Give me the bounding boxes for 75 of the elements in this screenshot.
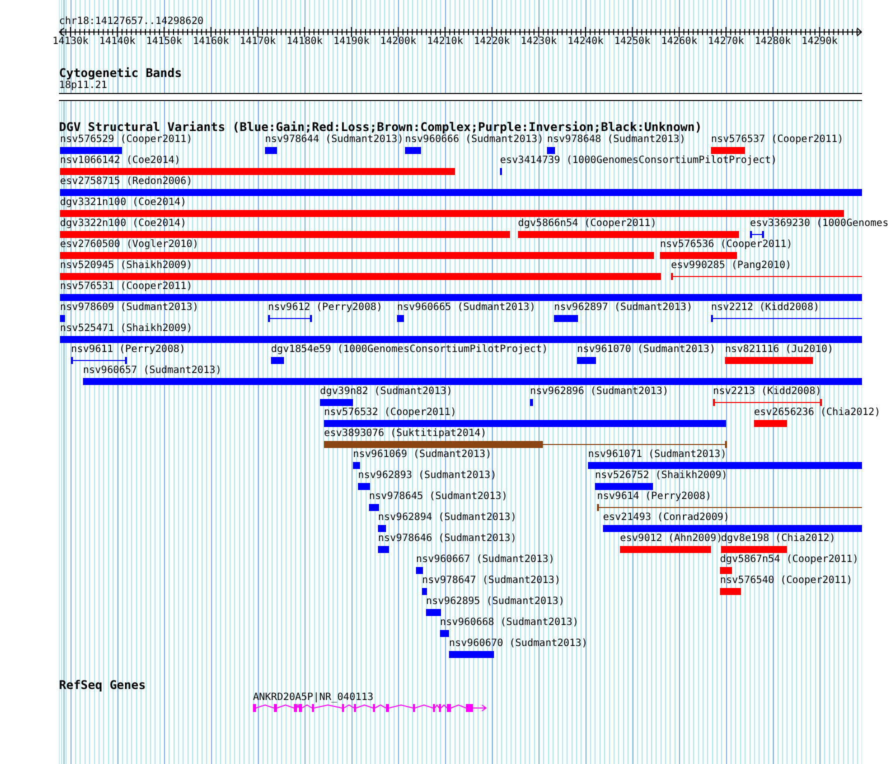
- variant-label: nsv2212 (Kidd2008): [711, 302, 820, 313]
- variant-label: nsv978609 (Sudmant2013): [60, 302, 198, 313]
- ruler-tick-label: 14230k: [520, 36, 557, 47]
- ruler-tick-label: 14280k: [754, 36, 791, 47]
- ruler-tick-label: 14270k: [708, 36, 744, 47]
- variant-label: esv9012 (Ahn2009): [620, 533, 722, 544]
- variant-label: nsv2213 (Kidd2008): [713, 386, 822, 397]
- variant-label: nsv520945 (Shaikh2009): [60, 260, 192, 271]
- variant-label: dgv5866n54 (Cooper2011): [518, 218, 656, 229]
- variant-label: esv2760500 (Vogler2010): [60, 239, 198, 250]
- variant-label: nsv576532 (Cooper2011): [324, 407, 456, 418]
- variant-label: dgv1854e59 (1000GenomesConsortiumPilotProject): [271, 344, 548, 355]
- variant-label: nsv962897 (Sudmant2013): [554, 302, 692, 313]
- variant-label: nsv962893 (Sudmant2013): [358, 470, 496, 481]
- ruler-tick-label: 14170k: [240, 36, 276, 47]
- variant-label: nsv525471 (Shaikh2009): [60, 323, 192, 334]
- variant-label: esv3893076 (Suktitipat2014): [324, 428, 487, 439]
- variant-label: nsv978646 (Sudmant2013): [378, 533, 516, 544]
- variant-label: dgv3321n100 (Coe2014): [60, 197, 186, 208]
- variant-label: nsv9611 (Perry2008): [71, 344, 186, 355]
- variant-label: nsv1066142 (Coe2014): [60, 155, 180, 166]
- variant-label: nsv962896 (Sudmant2013): [530, 386, 668, 397]
- ruler-tick-label: 14250k: [614, 36, 650, 47]
- variant-label: esv990285 (Pang2010): [671, 260, 792, 271]
- variant-label: nsv960657 (Sudmant2013): [83, 365, 222, 376]
- variant-label: esv3414739 (1000GenomesConsortiumPilotProject): [500, 155, 777, 166]
- variant-label: nsv960667 (Sudmant2013): [416, 554, 554, 565]
- variant-label: nsv526752 (Shaikh2009): [595, 470, 728, 481]
- ruler-tick-label: 14220k: [474, 36, 510, 47]
- variant-label: nsv978647 (Sudmant2013): [422, 575, 560, 586]
- variant-label: nsv9614 (Perry2008): [597, 491, 712, 502]
- variant-label: esv21493 (Conrad2009): [603, 512, 730, 523]
- variant-label: nsv978645 (Sudmant2013): [369, 491, 508, 502]
- variant-label: esv3369230 (1000Genomes: [750, 218, 888, 229]
- variant-label: nsv978648 (Sudmant2013): [547, 134, 686, 145]
- variant-label: dgv39n82 (Sudmant2013): [320, 386, 452, 397]
- variant-label: nsv960668 (Sudmant2013): [440, 617, 578, 628]
- variant-label: nsv960666 (Sudmant2013): [405, 134, 544, 145]
- ruler-tick-label: 14190k: [333, 36, 370, 47]
- variant-label: nsv576529 (Cooper2011): [60, 134, 192, 145]
- ruler-tick-label: 14140k: [99, 36, 136, 47]
- ruler-tick-label: 14180k: [286, 36, 323, 47]
- variant-label: nsv576531 (Cooper2011): [60, 281, 192, 292]
- variant-label: esv2656236 (Chia2012): [754, 407, 880, 418]
- ruler-tick-label: 14130k: [52, 36, 89, 47]
- variant-label: nsv576537 (Cooper2011): [711, 134, 844, 145]
- gene-label: ANKRD20A5P|NR_040113: [253, 692, 374, 703]
- variant-label: nsv961069 (Sudmant2013): [353, 449, 492, 460]
- variant-label: dgv5867n54 (Cooper2011): [720, 554, 858, 565]
- ruler-tick-label: 14200k: [380, 36, 416, 47]
- ruler-tick-label: 14150k: [146, 36, 182, 47]
- track-title: RefSeq Genes: [59, 679, 146, 692]
- variant-label: nsv576536 (Cooper2011): [660, 239, 792, 250]
- variant-label: nsv962895 (Sudmant2013): [426, 596, 564, 607]
- variant-label: nsv576540 (Cooper2011): [720, 575, 852, 586]
- variant-label: nsv961070 (Sudmant2013): [577, 344, 716, 355]
- cytoband-label: 18p11.21: [59, 80, 108, 91]
- variant-label: nsv960670 (Sudmant2013): [449, 638, 588, 649]
- track-title: DGV Structural Variants (Blue:Gain;Red:Loss;Brown:Complex;Purple:Inversion;Black:Unknown): [59, 121, 702, 134]
- ruler-tick-label: 14260k: [661, 36, 698, 47]
- variant-label: nsv961071 (Sudmant2013): [588, 449, 726, 460]
- ruler-tick-label: 14240k: [567, 36, 604, 47]
- track-title: Cytogenetic Bands: [59, 67, 182, 80]
- ruler-tick-label: 14210k: [426, 36, 464, 47]
- variant-label: nsv821116 (Ju2010): [725, 344, 834, 355]
- ruler-tick-label: 14160k: [192, 36, 230, 47]
- variant-label: dgv3322n100 (Coe2014): [60, 218, 186, 229]
- variant-label: esv2758715 (Redon2006): [60, 176, 192, 187]
- variant-label: dgv8e198 (Chia2012): [721, 533, 836, 544]
- variant-label: nsv9612 (Perry2008): [268, 302, 382, 313]
- ruler-tick-label: 14290k: [802, 36, 838, 47]
- variant-label: nsv978644 (Sudmant2013): [265, 134, 404, 145]
- variant-label: nsv960665 (Sudmant2013): [397, 302, 536, 313]
- variant-label: nsv962894 (Sudmant2013): [378, 512, 516, 523]
- ruler-location: chr18:14127657..14298620: [59, 16, 204, 27]
